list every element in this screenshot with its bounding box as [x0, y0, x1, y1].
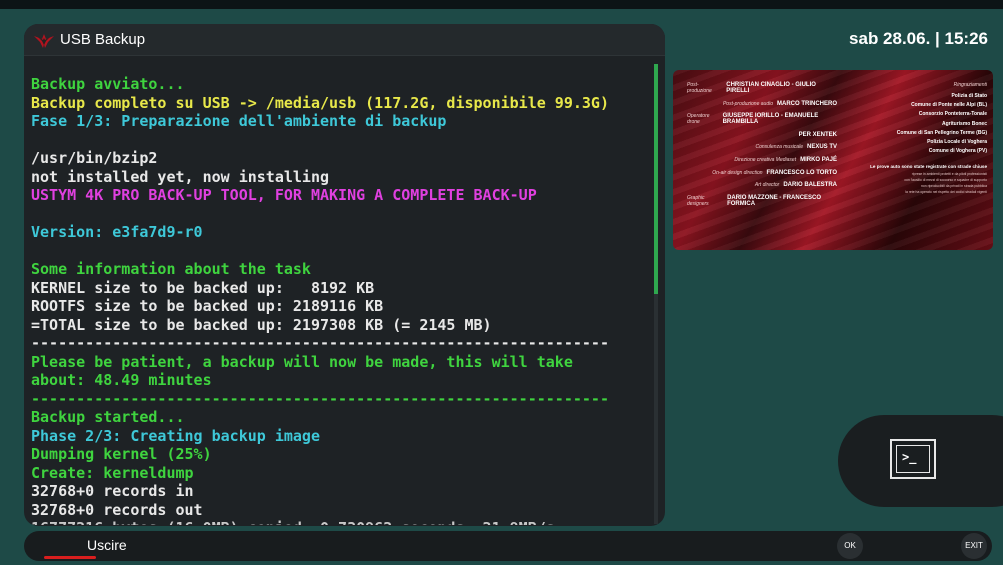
- console-line: Fase 1/3: Preparazione dell'ambiente di …: [31, 112, 447, 130]
- credit-role: Operatore drone: [687, 113, 710, 126]
- thanks-line: Comune di Voghera (PV): [928, 148, 987, 155]
- credits-notice: Le prove auto sono state registrate con …: [870, 164, 987, 170]
- credit-names: Mirko Pajé: [800, 156, 837, 163]
- console-line: ----------------------------------------…: [31, 334, 609, 352]
- window-title: USB Backup: [60, 31, 146, 48]
- console-line: USTYM 4K PRO BACK-UP TOOL, FOR MAKING A …: [31, 186, 537, 204]
- console-line: Backup started...: [31, 408, 185, 426]
- terminal-prompt-glyph: >_: [902, 450, 917, 464]
- bird-logo-icon: [34, 34, 54, 48]
- terminal-icon: >_: [890, 439, 936, 479]
- credit-names: Christian Cinaglio - Giulio Pirelli: [726, 82, 816, 94]
- red-key-label[interactable]: Uscire: [87, 537, 127, 553]
- credit-role: Post-produzione audio: [722, 100, 773, 107]
- credit-role: Consulenza musicale: [755, 144, 803, 151]
- credit-names: Per Xentek: [798, 131, 837, 138]
- date-time: sab 28.06. | 15:26: [849, 29, 988, 48]
- fine-print-line: con l'ausilio di mezzi di soccorso e squ…: [904, 178, 987, 183]
- credit-row: On-air design direction Francesco Lo Tort…: [687, 170, 837, 176]
- console-line: /usr/bin/bzip2: [31, 149, 158, 167]
- credit-role: Post-produzione: [687, 82, 712, 94]
- tv-preview: Post-produzione Christian Cinaglio - Giul…: [673, 70, 993, 250]
- console-line: not installed yet, now installing: [31, 167, 330, 186]
- console-line: ----------------------------------------…: [31, 389, 609, 408]
- credit-role: Direzione creativa Mediaset: [734, 156, 797, 163]
- console-line: about: 48.49 minutes: [31, 371, 212, 389]
- console-line: Version: e3fa7d9-r0: [31, 223, 203, 241]
- credit-row: Operatore drone Giuseppe Iorillo - Emanue…: [687, 113, 837, 125]
- credit-role: Art director: [754, 182, 780, 189]
- credit-row: Per Xentek: [687, 132, 837, 138]
- credit-names: Nexus TV: [806, 144, 837, 151]
- bottom-bar: Uscire OK EXIT: [24, 531, 992, 561]
- credit-row: Art director Dario Balestra: [687, 182, 837, 188]
- credit-row: Graphic designers Dario Mazzone - Frances…: [687, 195, 837, 207]
- usb-backup-window: USB Backup Backup avviato... Backup compl…: [24, 24, 665, 526]
- credit-names: Marco Trinchero: [777, 100, 837, 107]
- credit-names: Francesco Lo Torto: [766, 169, 837, 176]
- thanks-line: Agriturismo Bonec: [941, 120, 987, 127]
- console-output: Backup avviato... Backup completo su USB …: [31, 75, 656, 525]
- credit-role: On-air design direction: [712, 169, 763, 176]
- exit-button[interactable]: EXIT: [961, 533, 987, 559]
- ok-button[interactable]: OK: [837, 533, 863, 559]
- console-line: 32768+0 records out: [31, 500, 203, 519]
- credit-row: Post-produzione Christian Cinaglio - Giul…: [687, 82, 837, 94]
- top-strip: [0, 0, 1003, 9]
- thanks-line: Comune di San Pellegrino Terme (BG): [896, 129, 987, 136]
- console-line: Dumping kernel (25%): [31, 445, 212, 463]
- credits-right-column: Ringraziamenti Polizia di Stato Comune di…: [855, 82, 987, 196]
- thanks-line: Consorzio Ponteterra-Tonale: [918, 111, 987, 118]
- console-line: =TOTAL size to be backed up: 2197308 KB …: [31, 315, 492, 334]
- credit-row: Direzione creativa Mediaset Mirko Pajé: [687, 157, 837, 163]
- terminal-button[interactable]: >_: [838, 415, 1003, 507]
- scrollbar-thumb[interactable]: [654, 64, 658, 294]
- credits-right-heading: Ringraziamenti: [953, 82, 987, 88]
- console-line: ROOTFS size to be backed up: 2189116 KB: [31, 297, 384, 315]
- console-line: 16777216 bytes (16.0MB) copied, 0.730962…: [31, 519, 656, 525]
- thanks-line: Polizia Locale di Voghera: [927, 138, 987, 145]
- window-titlebar: USB Backup: [24, 24, 665, 56]
- console-line: Backup completo su USB -> /media/usb (11…: [31, 93, 609, 112]
- fine-print-line: la rete ha operato nel rispetto dei codi…: [905, 190, 987, 195]
- credit-names: Dario Balestra: [783, 182, 837, 189]
- credit-row: Post-produzione audio Marco Trinchero: [687, 101, 837, 107]
- red-key-indicator: [44, 556, 96, 559]
- console-line: Some information about the task: [31, 260, 311, 278]
- console-line: Phase 2/3: Creating backup image: [31, 426, 320, 445]
- credit-names: Giuseppe Iorillo - Emanuele Brambilla: [722, 113, 819, 126]
- console-line: Backup avviato...: [31, 75, 185, 93]
- console-line: Create: kerneldump: [31, 463, 194, 482]
- thanks-line: Comune di Ponte nelle Alpi (BL): [911, 102, 987, 109]
- credit-row: Consulenza musicale Nexus TV: [687, 144, 837, 150]
- console-scrollbar[interactable]: [654, 64, 658, 524]
- fine-print-line: non riproducibili da privati in strada p…: [921, 184, 987, 189]
- credits-left-column: Post-produzione Christian Cinaglio - Giul…: [687, 82, 837, 213]
- console-line: Please be patient, a backup will now be …: [31, 352, 573, 371]
- console-line: 32768+0 records in: [31, 482, 194, 500]
- credit-role: Graphic designers: [687, 194, 709, 207]
- credit-names: Dario Mazzone - Francesco Formica: [727, 194, 822, 207]
- thanks-line: Polizia di Stato: [951, 93, 987, 99]
- console-line: KERNEL size to be backed up: 8192 KB: [31, 278, 375, 297]
- fine-print-line: riprese in ambienti protetti e da piloti…: [911, 172, 987, 177]
